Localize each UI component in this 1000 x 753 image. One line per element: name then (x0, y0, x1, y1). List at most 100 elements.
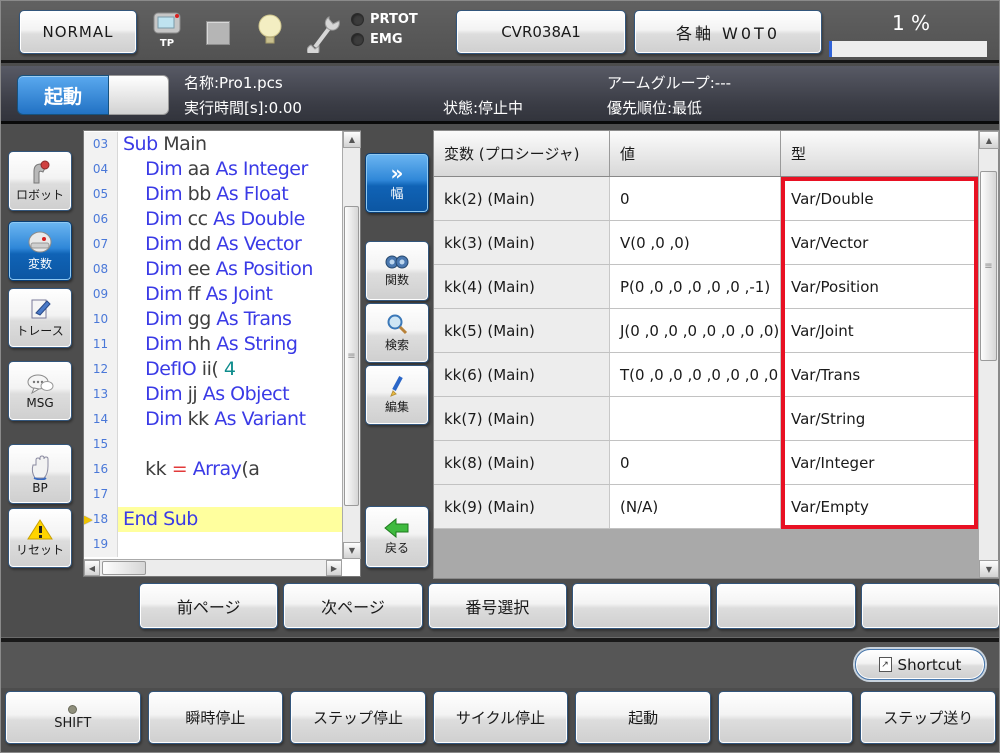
function-key-button[interactable]: 起動 (575, 691, 711, 744)
type-cell: Var/String (781, 397, 978, 440)
code-line[interactable]: 09 Dim ff As Joint (84, 282, 342, 307)
value-cell: J(0 ,0 ,0 ,0 ,0 ,0 ,0 ,0) (610, 309, 781, 352)
sidebar-item-msg[interactable]: MSG (8, 361, 72, 421)
run-toggle-off[interactable] (109, 75, 169, 115)
sidebar-item-label: ロボット (16, 186, 64, 203)
table-body: kk(2) (Main)0Var/Doublekk(3) (Main)V(0 ,… (434, 177, 978, 529)
code-line[interactable]: 10 Dim gg As Trans (84, 307, 342, 332)
table-row[interactable]: kk(8) (Main)0Var/Integer (434, 441, 978, 485)
code-line[interactable]: 16 kk = Array(a (84, 457, 342, 482)
value-cell: P(0 ,0 ,0 ,0 ,0 ,0 ,-1) (610, 265, 781, 308)
table-row[interactable]: kk(5) (Main)J(0 ,0 ,0 ,0 ,0 ,0 ,0 ,0)Var… (434, 309, 978, 353)
scroll-down-icon[interactable]: ▼ (979, 560, 999, 578)
variable-name-cell: kk(3) (Main) (434, 221, 610, 264)
code-hscrollbar[interactable]: ◀ ▶ (84, 559, 342, 576)
table-row[interactable]: kk(3) (Main)V(0 ,0 ,0)Var/Vector (434, 221, 978, 265)
function-key-button[interactable]: ステップ送り (860, 691, 996, 744)
line-number-gutter: 08 (84, 257, 118, 282)
code-line[interactable]: 08 Dim ee As Position (84, 257, 342, 282)
code-line[interactable]: 13 Dim jj As Object (84, 382, 342, 407)
page-button[interactable]: 次ページ (283, 583, 422, 629)
binoculars-icon (384, 254, 410, 270)
code-vscrollbar[interactable]: ▲ ≡ ▼ (342, 131, 360, 559)
mode-button[interactable]: NORMAL (19, 10, 137, 54)
function-key-button[interactable]: ステップ停止 (290, 691, 426, 744)
sidebar-item-label: トレース (16, 322, 63, 339)
program-name-button[interactable]: CVR038A1 (456, 10, 626, 54)
edit-button[interactable]: 編集 (365, 365, 429, 425)
code-line[interactable]: 04 Dim aa As Integer (84, 157, 342, 182)
code-text: Dim gg As Trans (118, 307, 342, 332)
page-button-empty[interactable] (716, 583, 855, 629)
scroll-up-icon[interactable]: ▲ (343, 131, 361, 148)
code-line[interactable]: 05 Dim bb As Float (84, 182, 342, 207)
line-number-gutter: 05 (84, 182, 118, 207)
sidebar-item-robot[interactable]: ロボット (8, 151, 72, 211)
table-row[interactable]: kk(7) (Main)Var/String (434, 397, 978, 441)
emg-led-icon (351, 33, 364, 46)
search-button[interactable]: 検索 (365, 303, 429, 363)
code-text: Dim hh As String (118, 332, 342, 357)
table-row[interactable]: kk(4) (Main)P(0 ,0 ,0 ,0 ,0 ,0 ,-1)Var/P… (434, 265, 978, 309)
variable-name-cell: kk(5) (Main) (434, 309, 610, 352)
code-line[interactable]: 11 Dim hh As String (84, 332, 342, 357)
function-key-button[interactable]: SHIFT (5, 691, 141, 744)
line-number-gutter: ▶18 (84, 507, 118, 532)
shortcut-button[interactable]: ↗ Shortcut (855, 649, 985, 680)
function-key-button[interactable]: 瞬時停止 (148, 691, 284, 744)
table-row[interactable]: kk(2) (Main)0Var/Double (434, 177, 978, 221)
sidebar-item-reset[interactable]: リセット (8, 508, 72, 568)
scroll-down-icon[interactable]: ▼ (343, 542, 361, 559)
code-line[interactable]: 19 (84, 532, 342, 557)
message-icon (26, 373, 54, 395)
scroll-right-icon[interactable]: ▶ (326, 560, 342, 576)
function-button[interactable]: 関数 (365, 241, 429, 301)
type-cell: Var/Position (781, 265, 978, 308)
code-line[interactable]: 12 DefIO ii( 4 (84, 357, 342, 382)
scroll-left-icon[interactable]: ◀ (84, 560, 100, 576)
function-key-button[interactable]: サイクル停止 (433, 691, 569, 744)
code-vscroll-thumb[interactable]: ≡ (344, 206, 359, 506)
code-line[interactable]: 15 (84, 432, 342, 457)
variable-name-cell: kk(2) (Main) (434, 177, 610, 220)
code-line[interactable]: ▶18End Sub (84, 507, 342, 532)
edit-button-label: 編集 (385, 398, 409, 415)
width-button[interactable]: » 幅 (365, 153, 429, 213)
type-cell: Var/Vector (781, 221, 978, 264)
line-number-gutter: 16 (84, 457, 118, 482)
run-toggle[interactable]: 起動 (17, 75, 169, 115)
chevron-double-right-icon: » (391, 164, 404, 182)
function-key-empty[interactable] (718, 691, 854, 744)
back-button[interactable]: 戻る (365, 506, 429, 568)
table-vscroll-thumb[interactable]: ≡ (980, 171, 997, 361)
page-button[interactable]: 番号選択 (428, 583, 567, 629)
priority-text: 優先順位:最低 (607, 97, 702, 118)
table-row[interactable]: kk(6) (Main)T(0 ,0 ,0 ,0 ,0 ,0 ,0 ,0 ,0 … (434, 353, 978, 397)
search-button-label: 検索 (385, 336, 409, 353)
run-toggle-on[interactable]: 起動 (17, 75, 109, 115)
page-button-empty[interactable] (861, 583, 1000, 629)
sidebar-item-label: MSG (26, 396, 53, 410)
scroll-up-icon[interactable]: ▲ (979, 131, 999, 149)
code-lines: 03Sub Main04 Dim aa As Integer05 Dim bb … (84, 132, 342, 558)
page-button[interactable]: 前ページ (139, 583, 278, 629)
sidebar-item-label: リセット (16, 541, 64, 558)
code-hscroll-thumb[interactable] (102, 561, 146, 575)
code-text: Dim aa As Integer (118, 157, 342, 182)
table-row[interactable]: kk(9) (Main)(N/A)Var/Empty (434, 485, 978, 529)
sidebar-item-trace[interactable]: トレース (8, 288, 72, 348)
search-icon (386, 313, 408, 335)
axis-mode-button[interactable]: 各軸 W0T0 (634, 10, 822, 54)
code-line[interactable]: 14 Dim kk As Variant (84, 407, 342, 432)
sidebar-item-variable[interactable]: 変数 (8, 221, 72, 281)
code-line[interactable]: 17 (84, 482, 342, 507)
code-line[interactable]: 06 Dim cc As Double (84, 207, 342, 232)
value-cell: V(0 ,0 ,0) (610, 221, 781, 264)
table-vscrollbar[interactable]: ▲ ≡ ▼ (978, 131, 998, 578)
code-line[interactable]: 07 Dim dd As Vector (84, 232, 342, 257)
sidebar-item-bp[interactable]: BP (8, 444, 72, 504)
page-button-empty[interactable] (572, 583, 711, 629)
variable-table: 変数 (プロシージャ) 値 型 kk(2) (Main)0Var/Doublek… (433, 130, 999, 579)
function-key-row: SHIFT瞬時停止ステップ停止サイクル停止起動 ステップ送り (5, 691, 996, 744)
code-line[interactable]: 03Sub Main (84, 132, 342, 157)
